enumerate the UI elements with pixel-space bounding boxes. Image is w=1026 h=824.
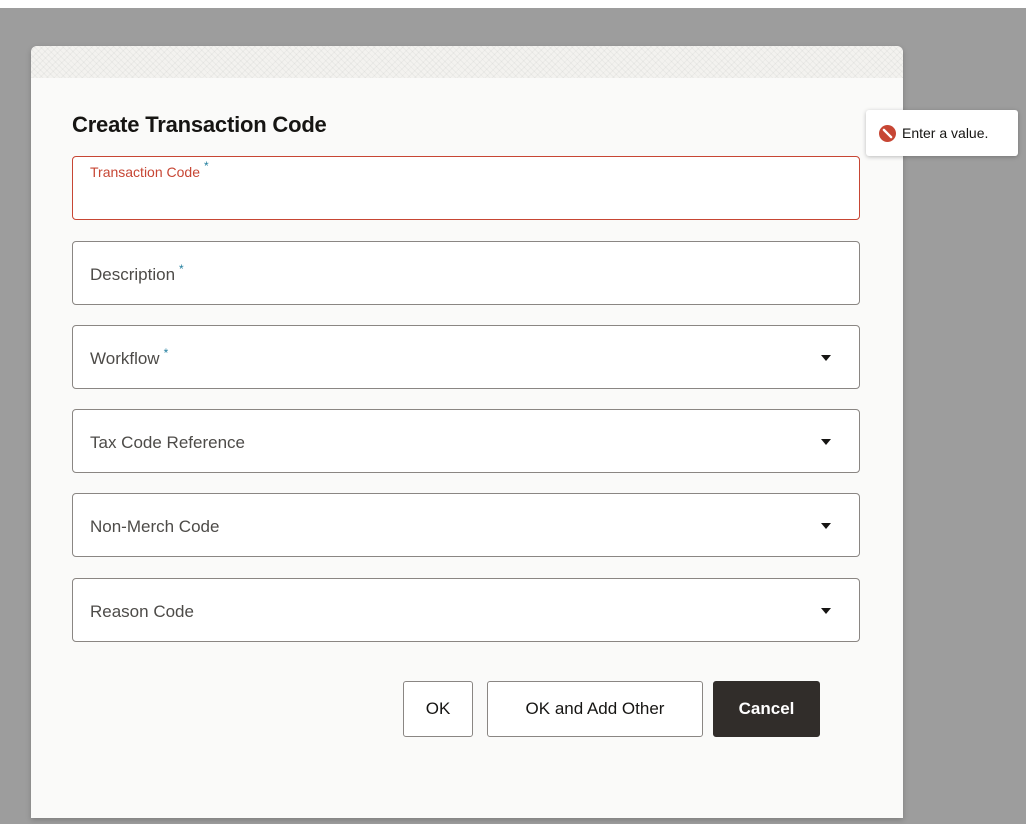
required-marker: * bbox=[179, 262, 184, 276]
transaction-code-field[interactable]: Transaction Code * bbox=[72, 156, 860, 220]
reason-code-select[interactable]: Reason Code bbox=[72, 578, 860, 642]
required-marker: * bbox=[203, 159, 209, 173]
chevron-down-icon[interactable] bbox=[821, 608, 831, 614]
cancel-button[interactable]: Cancel bbox=[713, 681, 820, 737]
ok-and-add-other-button[interactable]: OK and Add Other bbox=[487, 681, 703, 737]
chevron-down-icon[interactable] bbox=[821, 355, 831, 361]
non-merch-code-select[interactable]: Non-Merch Code bbox=[72, 493, 860, 557]
transaction-code-label: Transaction Code * bbox=[90, 159, 209, 180]
workflow-label: Workflow * bbox=[90, 346, 169, 368]
validation-tooltip: Enter a value. bbox=[866, 110, 1018, 156]
validation-message: Enter a value. bbox=[902, 125, 989, 141]
chevron-down-icon[interactable] bbox=[821, 439, 831, 445]
reason-code-label: Reason Code bbox=[90, 602, 194, 621]
tax-code-reference-label: Tax Code Reference bbox=[90, 433, 245, 452]
dialog-title: Create Transaction Code bbox=[72, 112, 327, 137]
description-field[interactable]: Description * bbox=[72, 241, 860, 305]
non-merch-code-label: Non-Merch Code bbox=[90, 517, 220, 536]
error-circle-icon bbox=[879, 124, 896, 142]
description-label: Description * bbox=[90, 262, 184, 284]
dialog-header-pattern bbox=[31, 46, 903, 78]
required-marker: * bbox=[163, 346, 169, 360]
create-transaction-code-dialog: Create Transaction Code Transaction Code… bbox=[31, 46, 903, 818]
chevron-down-icon[interactable] bbox=[821, 523, 831, 529]
workflow-select[interactable]: Workflow * bbox=[72, 325, 860, 389]
page-top-strip bbox=[0, 0, 1026, 8]
tax-code-reference-select[interactable]: Tax Code Reference bbox=[72, 409, 860, 473]
ok-button[interactable]: OK bbox=[403, 681, 473, 737]
